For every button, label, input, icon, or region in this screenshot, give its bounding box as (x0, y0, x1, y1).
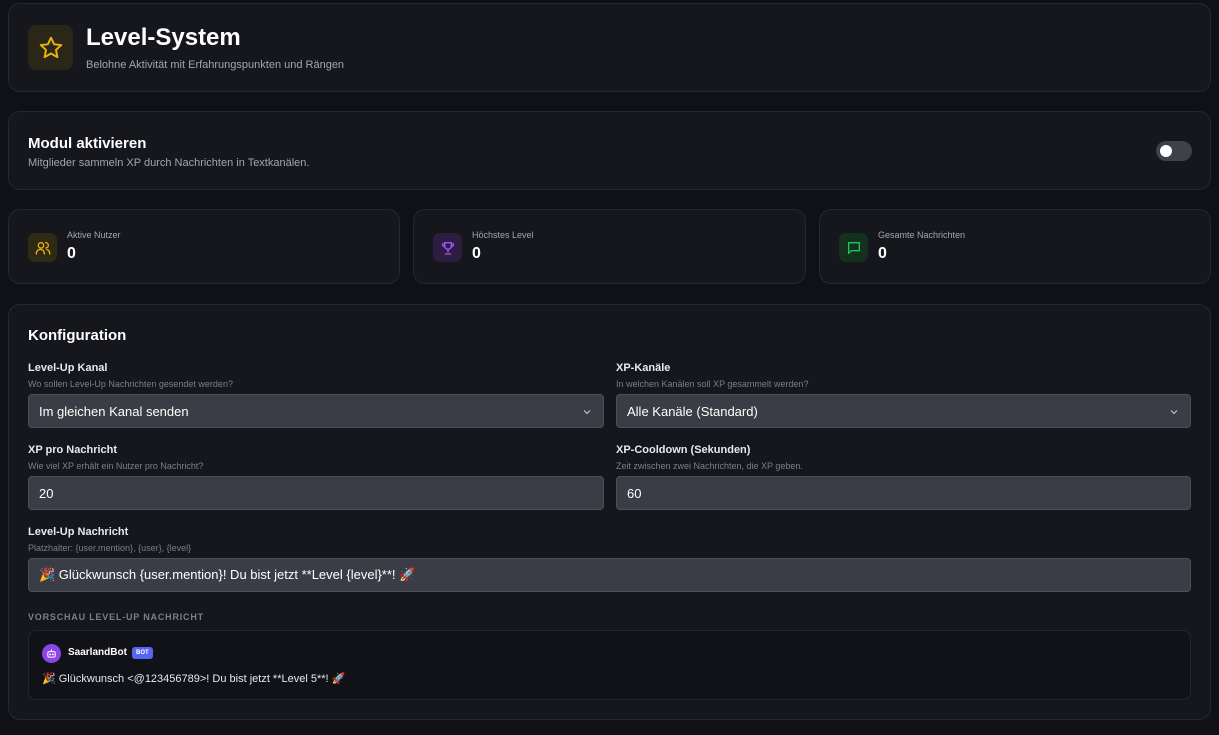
preview-message-text: 🎉 Glückwunsch <@123456789>! Du bist jetz… (42, 673, 346, 685)
stat-label: Aktive Nutzer (67, 230, 121, 240)
chevron-down-icon (583, 410, 591, 415)
config-title: Konfiguration (28, 327, 127, 344)
levelup-message-value: 🎉 Glückwunsch {user.mention}! Du bist je… (39, 567, 416, 582)
levelup-channel-label: Level-Up Kanal (28, 362, 108, 374)
message-icon (839, 233, 868, 262)
stat-label: Gesamte Nachrichten (878, 230, 966, 240)
stat-card-highest-level: Höchstes Level 0 (413, 209, 806, 284)
xp-per-message-help: Wie viel XP erhält ein Nutzer pro Nachri… (28, 461, 204, 471)
xp-channels-value: Alle Kanäle (Standard) (627, 403, 758, 419)
preview-label: VORSCHAU LEVEL-UP NACHRICHT (28, 612, 204, 622)
module-description: Mitglieder sammeln XP durch Nachrichten … (28, 157, 310, 169)
configuration-card: Konfiguration Level-Up Kanal Wo sollen L… (8, 304, 1211, 720)
xp-channels-select[interactable]: Alle Kanäle (Standard) (616, 394, 1191, 428)
stat-card-active-users: Aktive Nutzer 0 (8, 209, 400, 284)
stat-label: Höchstes Level (472, 230, 534, 240)
stat-card-total-messages: Gesamte Nachrichten 0 (819, 209, 1211, 284)
xp-channels-label: XP-Kanäle (616, 362, 671, 374)
xp-cooldown-help: Zeit zwischen zwei Nachrichten, die XP g… (616, 461, 803, 471)
xp-per-message-value: 20 (39, 485, 54, 501)
levelup-message-label: Level-Up Nachricht (28, 526, 129, 538)
xp-per-message-input[interactable]: 20 (28, 476, 604, 510)
bot-avatar (42, 644, 61, 663)
robot-icon (47, 649, 56, 658)
page-header: Level-System Belohne Aktivität mit Erfah… (8, 3, 1211, 92)
page-title: Level-System (86, 24, 241, 51)
toggle-knob (1160, 145, 1172, 157)
stat-value: 0 (472, 245, 481, 262)
levelup-message-input[interactable]: 🎉 Glückwunsch {user.mention}! Du bist je… (28, 558, 1191, 592)
xp-channels-help: In welchen Kanälen soll XP gesammelt wer… (616, 379, 809, 389)
page-subtitle: Belohne Aktivität mit Erfahrungspunkten … (86, 59, 345, 71)
stat-value: 0 (878, 245, 887, 262)
levelup-channel-help: Wo sollen Level-Up Nachrichten gesendet … (28, 379, 233, 389)
xp-cooldown-value: 60 (627, 485, 642, 501)
xp-cooldown-label: XP-Cooldown (Sekunden) (616, 444, 751, 456)
module-enable-toggle[interactable] (1156, 141, 1192, 161)
preview-message-box: SaarlandBot BOT 🎉 Glückwunsch <@12345678… (28, 630, 1191, 700)
bot-name: SaarlandBot (68, 647, 127, 658)
stat-value: 0 (67, 245, 76, 262)
trophy-icon (433, 233, 462, 262)
module-toggle-card: Modul aktivieren Mitglieder sammeln XP d… (8, 111, 1211, 190)
xp-cooldown-input[interactable]: 60 (616, 476, 1191, 510)
levelup-channel-select[interactable]: Im gleichen Kanal senden (28, 394, 604, 428)
levelup-message-help: Platzhalter: {user.mention}, {user}, {le… (28, 543, 192, 553)
levelup-channel-value: Im gleichen Kanal senden (39, 403, 189, 419)
users-icon (28, 233, 57, 262)
star-icon (28, 25, 73, 70)
xp-per-message-label: XP pro Nachricht (28, 444, 118, 456)
chevron-down-icon (1170, 410, 1178, 415)
module-title: Modul aktivieren (28, 135, 147, 152)
bot-badge: BOT (132, 647, 153, 659)
